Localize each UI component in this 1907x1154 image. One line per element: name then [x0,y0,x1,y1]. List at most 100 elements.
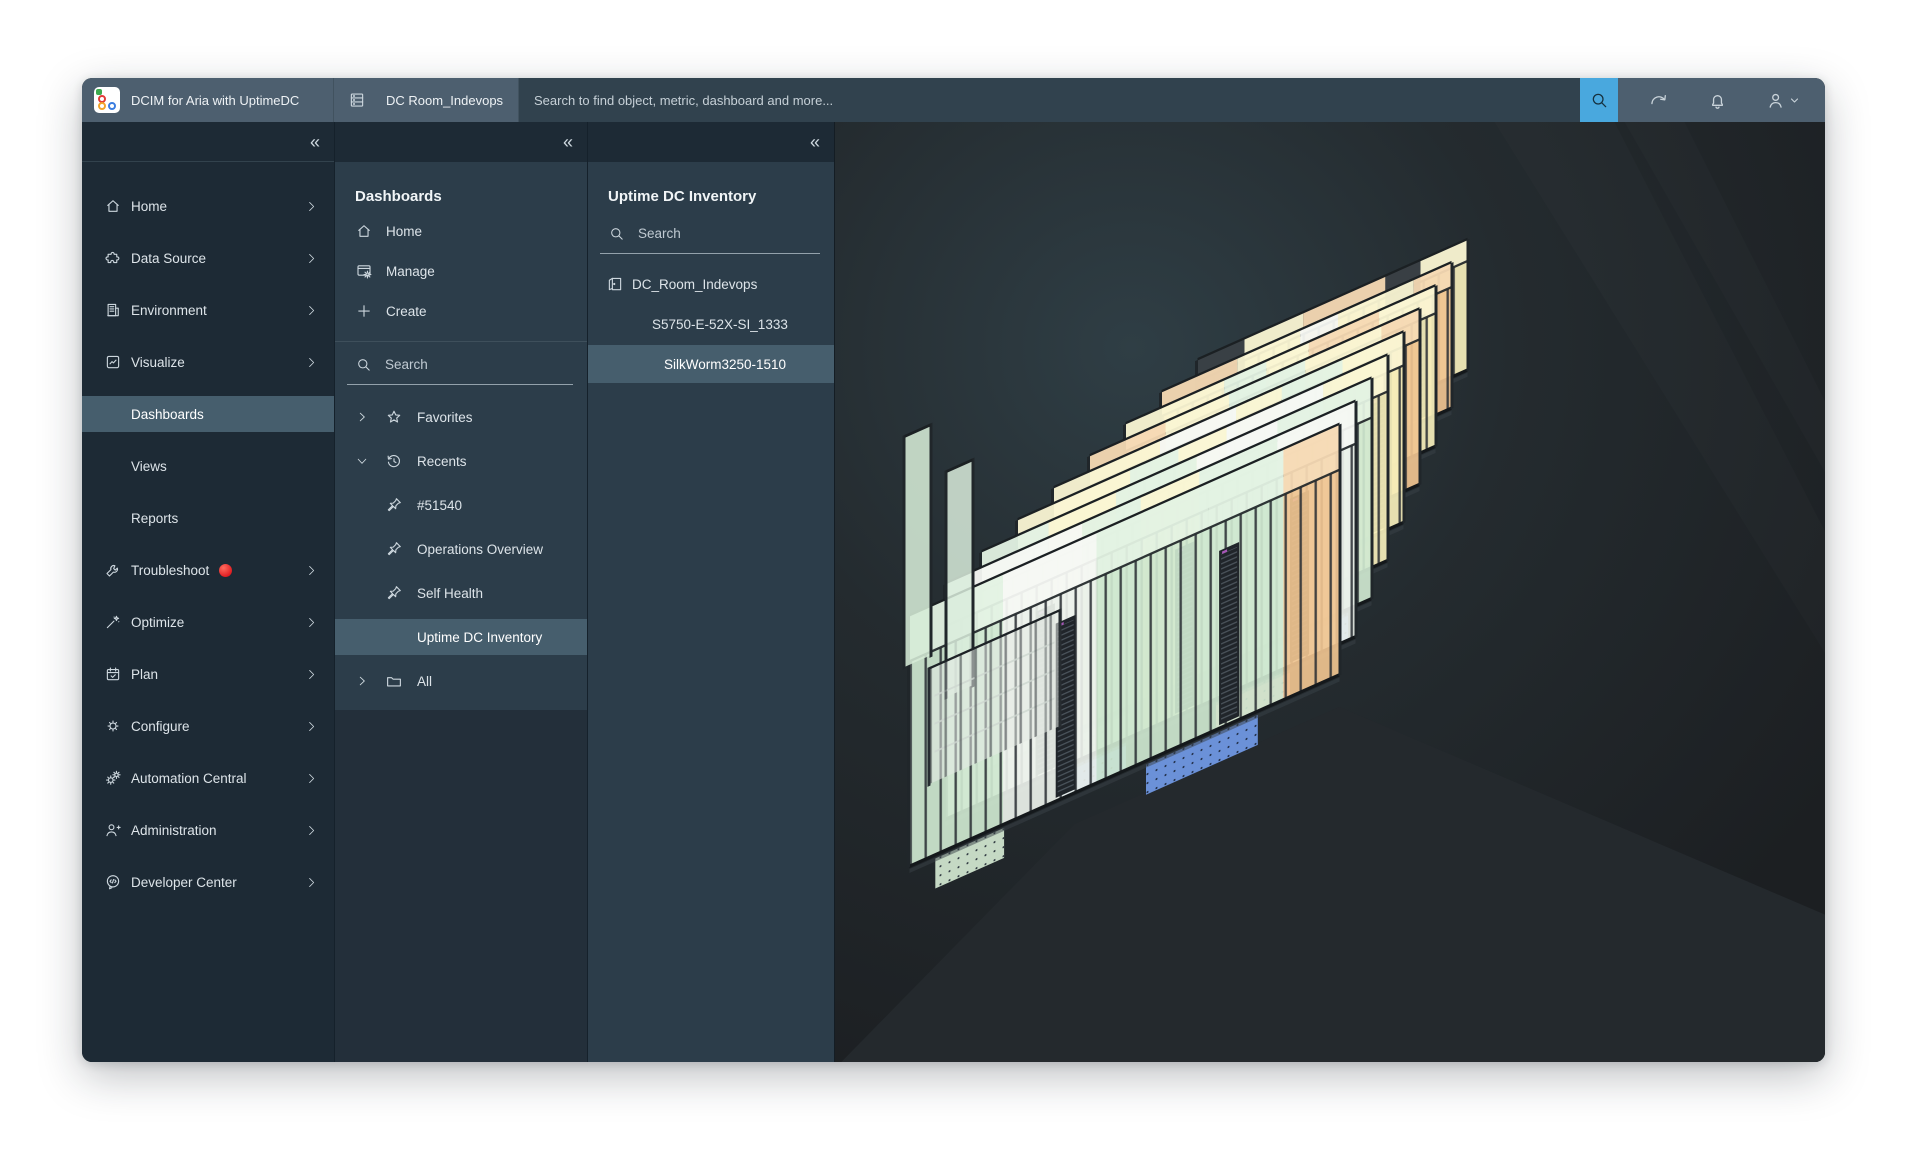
sidebar-item-automation-central[interactable]: Automation Central [82,752,334,804]
inventory-item-silkworm3250-1510[interactable]: SilkWorm3250-1510 [588,345,834,383]
chevron-right-icon [305,772,318,785]
gear-icon [104,717,122,735]
tree-item-label: Recents [417,454,467,469]
brand[interactable]: DCIM for Aria with UptimeDC [82,78,334,122]
tree-item-self-health[interactable]: Self Health [335,571,587,615]
dashboards-search-input[interactable] [385,357,573,372]
chevron-down-icon [1790,96,1799,105]
tree-item-all[interactable]: All [335,659,587,703]
sidebar-item-visualize[interactable]: Visualize [82,336,334,388]
chevron-right-icon [305,564,318,577]
inventory-list: DC_Room_IndevopsS5750-E-52X-SI_1333SilkW… [588,264,834,383]
dashboards-action-create[interactable]: Create [335,291,587,331]
sidebar-item-label: Optimize [131,615,184,630]
collapse-inventory-panel-icon[interactable]: « [810,133,819,151]
home-icon [104,197,122,215]
context-tab[interactable]: DC Room_Indevops [334,78,519,122]
inventory-item-dc-room-indevops[interactable]: DC_Room_Indevops [588,264,834,304]
tree-item-uptime-dc-inventory[interactable]: Uptime DC Inventory [335,619,587,655]
folder-icon [385,672,403,690]
sidebar-item-administration[interactable]: Administration [82,804,334,856]
puzzle-icon [104,249,122,267]
tree-item-operations-overview[interactable]: Operations Overview [335,527,587,571]
caret-right-icon[interactable] [355,410,369,424]
sidebar-item-label: Data Source [131,251,206,266]
sidebar-item-home[interactable]: Home [82,180,334,232]
plus-icon [355,302,373,320]
alert-badge [219,564,232,577]
action-label: Create [386,304,427,319]
context-tab-label: DC Room_Indevops [386,93,503,108]
sidebar-item-label: Developer Center [131,875,237,890]
collapse-dashboards-panel-icon[interactable]: « [563,133,572,151]
search-icon [355,356,372,373]
home-icon [355,222,373,240]
sidebar-item-troubleshoot[interactable]: Troubleshoot [82,544,334,596]
sidebar-item-plan[interactable]: Plan [82,648,334,700]
wrench-icon [104,561,122,579]
redo-icon[interactable] [1648,90,1669,111]
sidebar-list: Home Data Source Environment Visualize Dashb… [82,162,334,908]
dashboards-actions: Home Manage Create [335,211,587,331]
sidebar-item-data-source[interactable]: Data Source [82,232,334,284]
sidebar-item-optimize[interactable]: Optimize [82,596,334,648]
sidebar-item-configure[interactable]: Configure [82,700,334,752]
tree-item-51540[interactable]: #51540 [335,483,587,527]
search-button[interactable] [1580,78,1618,122]
action-label: Home [386,224,422,239]
sidebar-item-label: Visualize [131,355,185,370]
sidebar-item-label: Automation Central [131,771,247,786]
search-icon [608,225,625,242]
inventory-panel: « Uptime DC Inventory DC_Room_IndevopsS5… [587,122,834,1062]
chevron-right-icon [305,824,318,837]
inventory-item-s5750-e-52x-si-1333[interactable]: S5750-E-52X-SI_1333 [588,304,834,344]
tree-item-label: Operations Overview [417,542,543,557]
sidebar-item-label: Administration [131,823,217,838]
sidebar-item-label: Home [131,199,167,214]
user-icon [1766,90,1787,111]
sidebar-item-label: Troubleshoot [131,563,209,578]
inventory-search-input[interactable] [638,226,820,241]
global-search [519,78,1580,122]
topbar: DCIM for Aria with UptimeDC DC Room_Inde… [82,78,1825,122]
sidebar-item-label: Configure [131,719,190,734]
sidebar-header: « [82,122,334,162]
calendar-icon [104,665,122,683]
inventory-search [600,225,820,254]
inventory-panel-body: Uptime DC Inventory DC_Room_IndevopsS575… [588,162,834,1062]
tree-item-favorites[interactable]: Favorites [335,395,587,439]
notifications-bell-icon[interactable] [1707,90,1728,111]
dashboards-action-manage[interactable]: Manage [335,251,587,291]
dashboards-panel: « Dashboards HomeManageCreate FavoritesR… [334,122,587,1062]
user-menu[interactable] [1766,90,1799,111]
dashboards-action-home[interactable]: Home [335,211,587,251]
collapse-sidebar-icon[interactable]: « [310,133,319,151]
sidebar-item-dashboards[interactable]: Dashboards [82,388,334,440]
tree-item-label: #51540 [417,498,462,513]
main-columns: « Home Data Source Environment Visualize Das… [82,122,1825,1062]
sidebar-item-environment[interactable]: Environment [82,284,334,336]
person-plus-icon [104,821,122,839]
chevron-right-icon [305,304,318,317]
global-search-input[interactable] [519,78,1580,122]
pin-icon [385,540,403,558]
dc-3d-viewport[interactable] [834,122,1825,1062]
dashboards-tree: Favorites Recents #51540 Operations Overvie… [335,395,587,703]
sidebar-item-label: Reports [131,511,178,526]
chevron-right-icon [305,616,318,629]
chevron-right-icon [305,720,318,733]
sidebar-item-views[interactable]: Views [82,440,334,492]
sidebar-item-reports[interactable]: Reports [82,492,334,544]
caret-right-icon[interactable] [355,674,369,688]
tree-item-recents[interactable]: Recents [335,439,587,483]
tree-item-label: Self Health [417,586,483,601]
sidebar-item-label: Plan [131,667,158,682]
tree-item-label: Favorites [417,410,473,425]
caret-down-icon[interactable] [355,454,369,468]
dashboards-search [347,356,573,385]
sidebar-item-developer-center[interactable]: Developer Center [82,856,334,908]
tree-item-label: Uptime DC Inventory [417,630,542,645]
chevron-right-icon [305,200,318,213]
dashboards-panel-body: Dashboards HomeManageCreate FavoritesRec… [335,162,587,710]
wand-icon [104,613,122,631]
